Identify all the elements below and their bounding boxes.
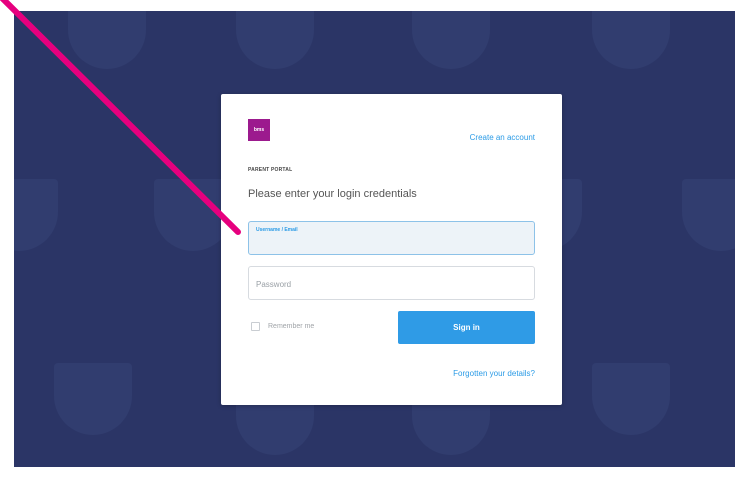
crest-watermark — [682, 179, 735, 251]
brand-logo-text: bms — [253, 127, 265, 133]
remember-checkbox[interactable] — [251, 322, 260, 331]
crest-watermark — [54, 363, 132, 435]
remember-me[interactable]: Remember me — [251, 322, 314, 331]
crest-watermark — [236, 11, 314, 69]
remember-label: Remember me — [268, 323, 315, 330]
brand-logo: bms — [248, 119, 270, 141]
create-account-link[interactable]: Create an account — [470, 133, 535, 142]
username-label: Username / Email — [256, 227, 298, 233]
crest-watermark — [592, 11, 670, 69]
username-field[interactable]: Username / Email — [248, 221, 535, 255]
portal-label: PARENT PORTAL — [248, 167, 293, 173]
crest-watermark — [592, 363, 670, 435]
username-input[interactable] — [256, 234, 526, 250]
password-field[interactable] — [248, 266, 535, 300]
crest-watermark — [412, 11, 490, 69]
password-input[interactable] — [256, 276, 526, 292]
crest-watermark — [14, 179, 58, 251]
page-heading: Please enter your login credentials — [248, 188, 417, 200]
sign-in-button[interactable]: Sign in — [398, 311, 535, 344]
login-card: bms Create an account PARENT PORTAL Plea… — [221, 94, 562, 405]
forgot-details-link[interactable]: Forgotten your details? — [453, 369, 535, 378]
crest-watermark — [68, 11, 146, 69]
